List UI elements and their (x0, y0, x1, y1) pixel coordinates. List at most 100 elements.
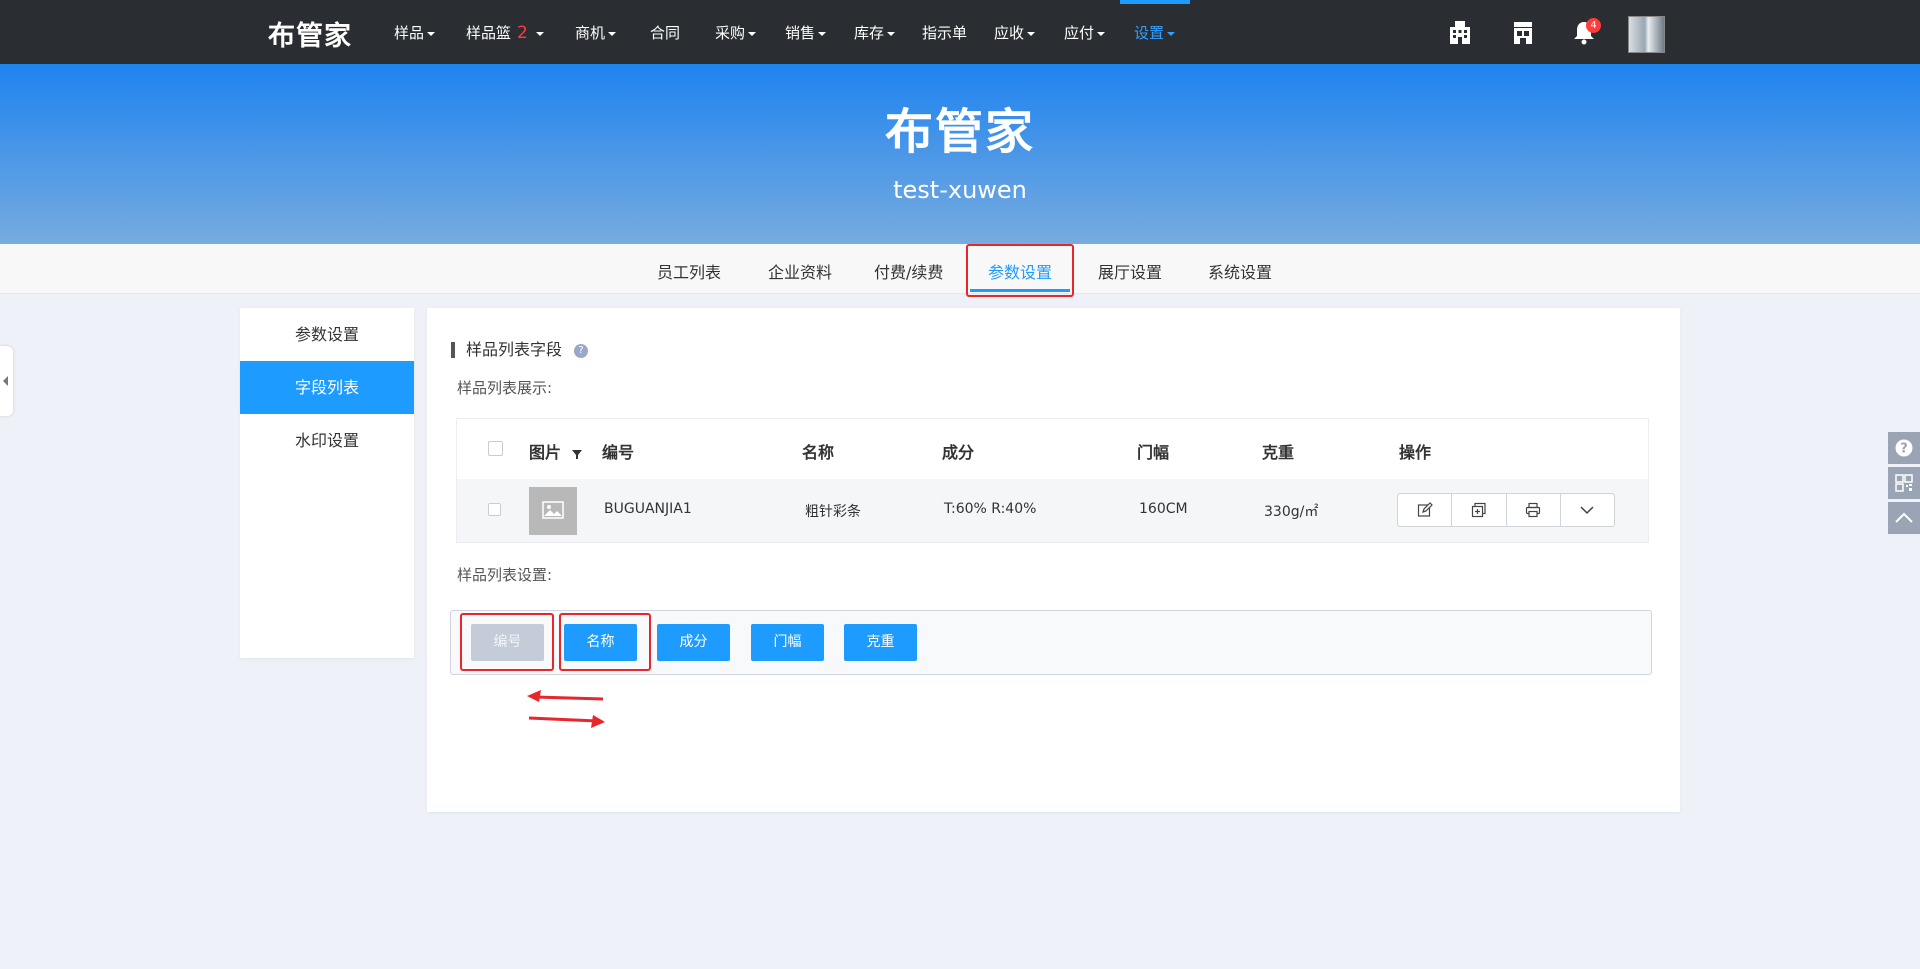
nav-label: 销售 (785, 24, 816, 42)
select-all-checkbox[interactable] (488, 441, 503, 456)
nav-item-purchase[interactable]: 采购 (715, 22, 757, 43)
print-button[interactable] (1507, 494, 1561, 526)
qrcode-icon (1895, 474, 1913, 492)
tab-company-info[interactable]: 企业资料 (768, 259, 832, 283)
nav-item-sales[interactable]: 销售 (785, 22, 827, 43)
company-banner: 布管家 test-xuwen (0, 64, 1920, 244)
avatar[interactable] (1628, 16, 1665, 53)
nav-label: 应付 (1064, 24, 1095, 42)
nav-label: 设置 (1134, 24, 1165, 42)
settings-tabbar: 员工列表 企业资料 付费/续费 参数设置 展厅设置 系统设置 (0, 244, 1920, 294)
tab-active-underline (970, 289, 1070, 292)
nav-label: 应收 (994, 24, 1025, 42)
field-button-name[interactable]: 名称 (564, 624, 637, 661)
field-order-box: 编号 名称 成分 门幅 克重 (450, 610, 1652, 675)
main-panel: 样品列表字段? 样品列表展示: 图片 编号 名称 成分 门幅 克重 操作 BUG… (427, 308, 1680, 812)
sample-thumbnail[interactable] (529, 487, 577, 535)
nav-label: 采购 (715, 24, 746, 42)
basket-count: 2 (517, 23, 528, 43)
nav-item-inventory[interactable]: 库存 (854, 22, 896, 43)
nav-item-settings[interactable]: 设置 (1134, 22, 1176, 43)
tab-showroom-settings[interactable]: 展厅设置 (1098, 259, 1162, 283)
side-item-field-list[interactable]: 字段列表 (240, 361, 414, 414)
sample-list-table: 图片 编号 名称 成分 门幅 克重 操作 BUGUANJIA1 粗针彩条 T:6… (456, 418, 1649, 543)
settings-label: 样品列表设置: (457, 566, 553, 584)
field-button-weight[interactable]: 克重 (844, 624, 917, 661)
nav-label: 库存 (854, 24, 885, 42)
image-placeholder-icon (542, 501, 564, 519)
tab-parameter-settings[interactable]: 参数设置 (988, 259, 1052, 283)
nav-item-sample-basket[interactable]: 样品篮 2 (466, 22, 544, 43)
top-navbar: 布管家 样品 样品篮 2 商机 合同 采购 销售 库存 指示单 应收 应付 设置 … (0, 0, 1920, 64)
svg-text:?: ? (1900, 442, 1908, 457)
swap-arrows-icon (527, 690, 605, 728)
side-menu: 参数设置 字段列表 水印设置 (240, 308, 414, 658)
nav-label: 指示单 (922, 24, 968, 42)
filter-icon[interactable] (571, 448, 583, 460)
header-code: 编号 (602, 443, 635, 462)
header-composition: 成分 (942, 443, 975, 462)
nav-item-contract[interactable]: 合同 (650, 22, 680, 43)
field-button-width[interactable]: 门幅 (751, 624, 824, 661)
caret-down-icon (608, 31, 617, 36)
help-icon[interactable]: ? (574, 343, 589, 358)
table-row[interactable]: BUGUANJIA1 粗针彩条 T:60% R:40% 160CM 330g/㎡ (457, 479, 1648, 542)
caret-down-icon (427, 31, 436, 36)
nav-item-opportunity[interactable]: 商机 (575, 22, 617, 43)
nav-item-samples[interactable]: 样品 (394, 22, 436, 43)
edit-button[interactable] (1398, 494, 1453, 526)
copy-icon (1471, 502, 1486, 518)
question-icon: ? (1895, 439, 1913, 457)
cell-name: 粗针彩条 (805, 504, 861, 520)
caret-down-icon (818, 31, 827, 36)
field-button-composition[interactable]: 成分 (657, 624, 730, 661)
side-item-watermark[interactable]: 水印设置 (240, 414, 414, 467)
chevron-down-icon (1580, 506, 1594, 515)
header-image: 图片 (529, 439, 583, 463)
showroom-icon[interactable] (1509, 18, 1537, 46)
qrcode-float-button[interactable] (1888, 467, 1920, 499)
caret-down-icon (535, 31, 544, 36)
banner-title: 布管家 (884, 104, 1035, 160)
header-actions: 操作 (1399, 443, 1432, 462)
cell-code: BUGUANJIA1 (604, 501, 692, 517)
edit-icon (1417, 502, 1433, 517)
more-button[interactable] (1561, 494, 1614, 526)
copy-button[interactable] (1452, 494, 1507, 526)
nav-item-instruction[interactable]: 指示单 (922, 22, 967, 43)
section-title: 样品列表字段? (451, 342, 589, 358)
table-header: 图片 编号 名称 成分 门幅 克重 操作 (457, 419, 1648, 479)
row-action-group (1397, 493, 1615, 527)
header-label: 图片 (529, 443, 562, 462)
banner-company-name: test-xuwen (893, 176, 1027, 204)
cell-composition: T:60% R:40% (944, 501, 1037, 517)
notification-badge: 4 (1586, 18, 1601, 33)
building-icon[interactable] (1446, 18, 1474, 46)
app-logo[interactable]: 布管家 (268, 14, 352, 53)
back-to-top-button[interactable] (1888, 502, 1920, 534)
nav-label: 合同 (650, 24, 681, 42)
nav-active-indicator (1120, 0, 1190, 4)
help-float-button[interactable]: ? (1888, 432, 1920, 464)
tab-payment[interactable]: 付费/续费 (874, 259, 943, 283)
row-checkbox[interactable] (488, 503, 501, 516)
side-item-parameter-settings[interactable]: 参数设置 (240, 308, 414, 361)
display-label: 样品列表展示: (457, 379, 553, 397)
tab-system-settings[interactable]: 系统设置 (1208, 259, 1272, 283)
caret-down-icon (1027, 31, 1036, 36)
nav-label: 样品 (394, 24, 425, 42)
nav-item-receivable[interactable]: 应收 (994, 22, 1036, 43)
collapse-handle[interactable] (0, 346, 13, 416)
caret-down-icon (1097, 31, 1106, 36)
caret-down-icon (887, 31, 896, 36)
field-button-code[interactable]: 编号 (471, 624, 544, 661)
print-icon (1526, 502, 1541, 518)
nav-item-payable[interactable]: 应付 (1064, 22, 1106, 43)
cell-width: 160CM (1139, 501, 1188, 517)
nav-label: 商机 (575, 24, 606, 42)
caret-down-icon (748, 31, 757, 36)
chevron-up-icon (1895, 512, 1913, 523)
tab-staff-list[interactable]: 员工列表 (657, 259, 721, 283)
cell-weight: 330g/㎡ (1264, 504, 1319, 520)
caret-down-icon (1167, 31, 1176, 36)
